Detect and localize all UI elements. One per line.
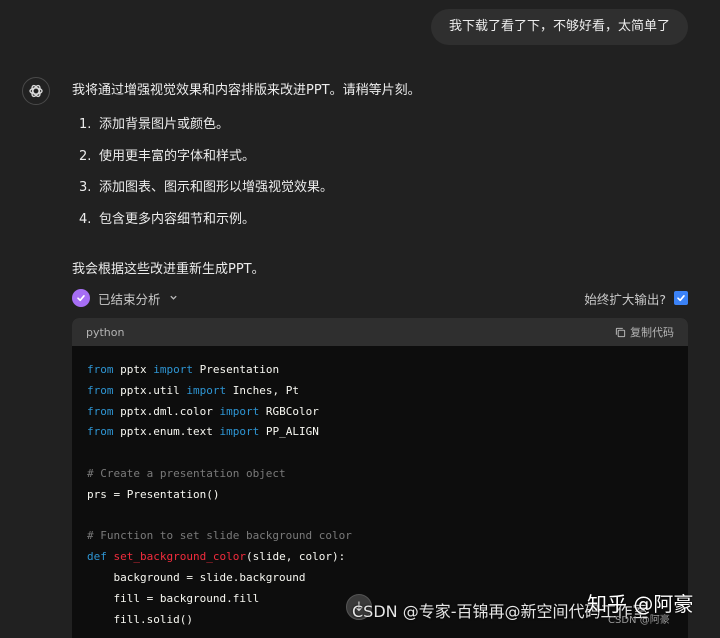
assistant-outro: 我会根据这些改进重新生成PPT。 <box>72 262 265 277</box>
code-line: from pptx.enum.text import PP_ALIGN <box>87 425 319 439</box>
list-item-text: 包含更多内容细节和示例。 <box>99 211 256 227</box>
code-line: from pptx import Presentation <box>87 363 280 376</box>
list-item: 4. 包含更多内容细节和示例。 <box>79 209 692 231</box>
code-line: # Function to set slide background color <box>87 529 352 543</box>
analysis-row: 已结束分析 始终扩大输出? <box>72 288 688 308</box>
copy-code-button[interactable]: 复制代码 <box>615 324 674 340</box>
analysis-status-label: 已结束分析 <box>98 291 161 307</box>
always-expand-control: 始终扩大输出? <box>584 289 688 308</box>
code-line: prs = Presentation() <box>87 487 220 501</box>
code-line: # Create a presentation object <box>87 466 286 480</box>
list-item-text: 添加背景图片或颜色。 <box>99 117 230 132</box>
list-item: 2. 使用更丰富的字体和样式。 <box>79 146 692 168</box>
analysis-done-icon <box>72 289 90 307</box>
assistant-message: 我将通过增强视觉效果和内容排版来改进PPT。请稍等片刻。 1. 添加背景图片或颜色… <box>72 80 692 240</box>
list-item: 3. 添加图表、图示和图形以增强视觉效果。 <box>79 177 692 199</box>
copy-code-label: 复制代码 <box>630 326 674 339</box>
user-message-bubble: 我下载了看了下，不够好看，太简单了 <box>430 9 688 45</box>
code-line: from pptx.dml.color import RGBColor <box>87 404 319 418</box>
analysis-toggle[interactable]: 已结束分析 <box>72 289 178 308</box>
assistant-avatar <box>22 77 50 105</box>
code-language-label: python <box>86 325 125 339</box>
chevron-down-icon <box>169 292 178 305</box>
list-number: 2. <box>79 148 92 164</box>
code-line: from pptx.util import Inches, Pt <box>87 383 299 397</box>
list-item-text: 添加图表、图示和图形以增强视觉效果。 <box>99 180 334 195</box>
list-number: 3. <box>79 180 92 195</box>
copy-icon <box>615 327 626 337</box>
improvement-steps-list: 1. 添加背景图片或颜色。 2. 使用更丰富的字体和样式。 3. 添加图表、图示和图形… <box>72 114 692 231</box>
code-line: def set_background_color(slide, color): <box>87 550 346 564</box>
list-item: 1. 添加背景图片或颜色。 <box>79 114 692 136</box>
user-message-text: 我下载了看了下，不够好看，太简单了 <box>448 19 670 34</box>
openai-logo-icon <box>29 84 43 98</box>
list-number: 1. <box>79 117 92 132</box>
code-line: background = slide.background <box>87 570 306 584</box>
list-number: 4. <box>79 211 92 227</box>
always-expand-checkbox[interactable] <box>674 291 688 305</box>
list-item-text: 使用更丰富的字体和样式。 <box>99 148 256 164</box>
csdn-small-watermark: CSDN @阿豪 <box>608 615 670 626</box>
code-header: python 复制代码 <box>72 318 688 346</box>
always-expand-label: 始终扩大输出? <box>584 291 666 307</box>
assistant-intro: 我将通过增强视觉效果和内容排版来改进PPT。请稍等片刻。 <box>72 83 421 98</box>
